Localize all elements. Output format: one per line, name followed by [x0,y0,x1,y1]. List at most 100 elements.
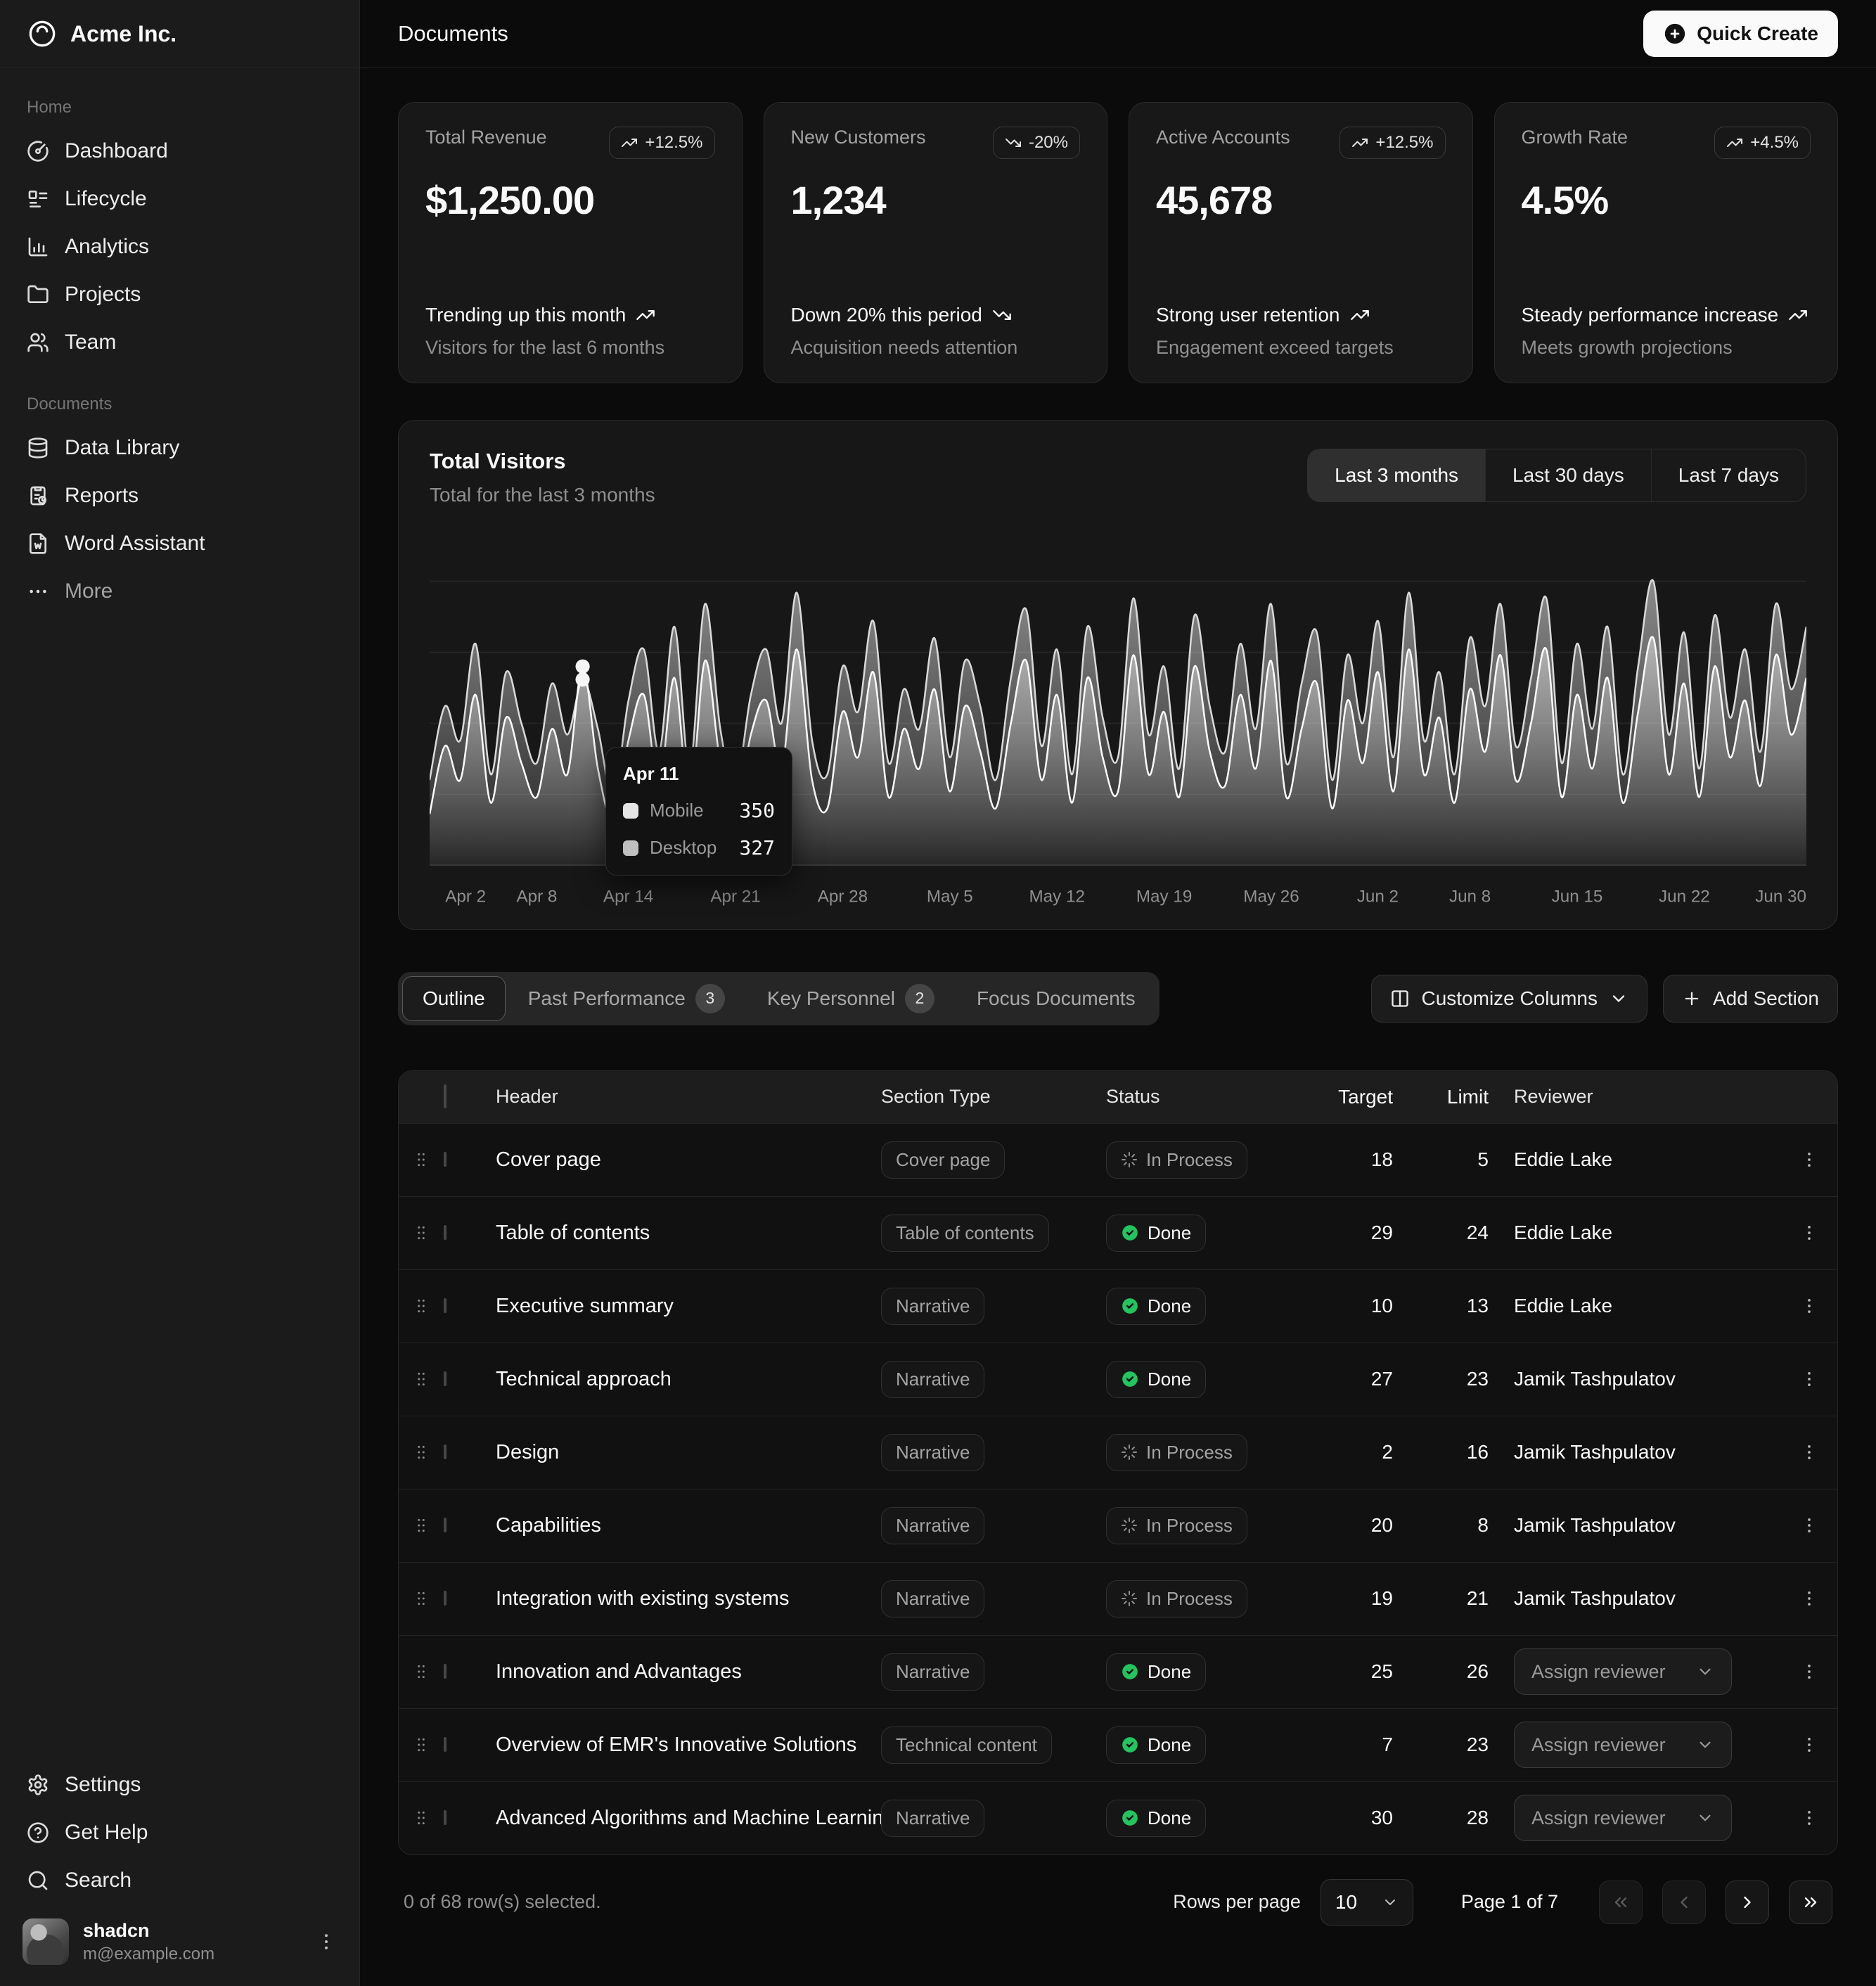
limit-value[interactable]: 23 [1430,1734,1514,1756]
range-tab-2[interactable]: Last 7 days [1651,449,1806,501]
row-menu-button[interactable] [1781,1808,1837,1828]
limit-value[interactable]: 26 [1430,1660,1514,1683]
row-header[interactable]: Capabilities [496,1514,881,1537]
sidebar-item-dashboard[interactable]: Dashboard [14,127,345,175]
row-checkbox[interactable] [444,1152,446,1167]
row-checkbox[interactable] [444,1225,446,1240]
next-page-button[interactable] [1726,1881,1769,1924]
row-menu-button[interactable] [1781,1369,1837,1389]
range-tab-1[interactable]: Last 30 days [1485,449,1651,501]
row-checkbox[interactable] [444,1810,446,1825]
table-row[interactable]: Technical approach Narrative Done 27 23 … [399,1343,1837,1416]
row-checkbox[interactable] [444,1518,446,1532]
row-menu-button[interactable] [1781,1516,1837,1535]
table-row[interactable]: Cover page Cover page In Process 18 5 Ed… [399,1123,1837,1196]
drag-handle[interactable] [399,1297,444,1315]
drag-handle[interactable] [399,1589,444,1608]
row-header[interactable]: Cover page [496,1148,881,1172]
row-header[interactable]: Executive summary [496,1295,881,1318]
chart-plot[interactable]: Apr 2Apr 8Apr 14Apr 21Apr 28May 5May 12M… [430,539,1806,911]
row-menu-button[interactable] [1781,1735,1837,1755]
row-header[interactable]: Advanced Algorithms and Machine Learning [496,1807,881,1830]
target-value[interactable]: 19 [1317,1587,1430,1610]
row-header[interactable]: Integration with existing systems [496,1587,881,1610]
limit-value[interactable]: 24 [1430,1222,1514,1244]
target-value[interactable]: 27 [1317,1368,1430,1390]
sidebar-item-settings[interactable]: Settings [14,1761,345,1809]
sidebar-item-data-library[interactable]: Data Library [14,424,345,472]
limit-value[interactable]: 5 [1430,1148,1514,1171]
sidebar-brand[interactable]: Acme Inc. [0,0,359,68]
tab-outline[interactable]: Outline [402,976,506,1021]
target-value[interactable]: 2 [1317,1441,1430,1463]
sidebar-item-projects[interactable]: Projects [14,271,345,319]
limit-value[interactable]: 16 [1430,1441,1514,1463]
user-row[interactable]: shadcn m@example.com [23,1918,337,1965]
limit-value[interactable]: 8 [1430,1514,1514,1537]
table-row[interactable]: Integration with existing systems Narrat… [399,1562,1837,1635]
table-row[interactable]: Capabilities Narrative In Process 20 8 J… [399,1489,1837,1562]
target-value[interactable]: 25 [1317,1660,1430,1683]
range-tab-0[interactable]: Last 3 months [1308,449,1485,501]
row-checkbox[interactable] [444,1737,446,1752]
row-header[interactable]: Overview of EMR's Innovative Solutions [496,1734,881,1757]
target-value[interactable]: 30 [1317,1807,1430,1829]
target-value[interactable]: 7 [1317,1734,1430,1756]
table-row[interactable]: Innovation and Advantages Narrative Done… [399,1635,1837,1708]
row-header[interactable]: Innovation and Advantages [496,1660,881,1684]
row-menu-button[interactable] [1781,1442,1837,1462]
assign-reviewer-select[interactable]: Assign reviewer [1514,1648,1732,1695]
table-row[interactable]: Executive summary Narrative Done 10 13 E… [399,1269,1837,1343]
row-checkbox[interactable] [444,1591,446,1606]
limit-value[interactable]: 23 [1430,1368,1514,1390]
assign-reviewer-select[interactable]: Assign reviewer [1514,1795,1732,1841]
row-menu-button[interactable] [1781,1223,1837,1243]
table-row[interactable]: Table of contents Table of contents Done… [399,1196,1837,1269]
sidebar-item-word-assistant[interactable]: Word Assistant [14,520,345,568]
user-menu-icon[interactable] [316,1931,337,1952]
assign-reviewer-select[interactable]: Assign reviewer [1514,1722,1732,1768]
sidebar-item-lifecycle[interactable]: Lifecycle [14,175,345,223]
target-value[interactable]: 18 [1317,1148,1430,1171]
row-checkbox[interactable] [444,1664,446,1679]
tab-focus-documents[interactable]: Focus Documents [957,976,1155,1021]
tab-past-performance[interactable]: Past Performance 3 [508,976,745,1021]
last-page-button[interactable] [1789,1881,1832,1924]
first-page-button[interactable] [1599,1881,1643,1924]
row-menu-button[interactable] [1781,1662,1837,1681]
row-menu-button[interactable] [1781,1589,1837,1608]
row-header[interactable]: Design [496,1441,881,1464]
target-value[interactable]: 29 [1317,1222,1430,1244]
sidebar-item-analytics[interactable]: Analytics [14,223,345,271]
drag-handle[interactable] [399,1224,444,1242]
sidebar-item-search[interactable]: Search [14,1857,345,1904]
target-value[interactable]: 10 [1317,1295,1430,1317]
limit-value[interactable]: 21 [1430,1587,1514,1610]
table-row[interactable]: Overview of EMR's Innovative Solutions T… [399,1708,1837,1781]
table-row[interactable]: Advanced Algorithms and Machine Learning… [399,1781,1837,1854]
drag-handle[interactable] [399,1370,444,1388]
drag-handle[interactable] [399,1663,444,1681]
rows-per-page-select[interactable]: 10 [1321,1879,1413,1926]
sidebar-item-get-help[interactable]: Get Help [14,1809,345,1857]
sidebar-item-more[interactable]: More [14,568,345,615]
previous-page-button[interactable] [1662,1881,1706,1924]
limit-value[interactable]: 13 [1430,1295,1514,1317]
tab-key-personnel[interactable]: Key Personnel 2 [747,976,954,1021]
add-section-button[interactable]: Add Section [1663,975,1838,1023]
row-checkbox[interactable] [444,1371,446,1386]
row-header[interactable]: Technical approach [496,1368,881,1391]
drag-handle[interactable] [399,1809,444,1827]
row-menu-button[interactable] [1781,1296,1837,1316]
drag-handle[interactable] [399,1443,444,1461]
drag-handle[interactable] [399,1736,444,1754]
row-menu-button[interactable] [1781,1150,1837,1170]
row-checkbox[interactable] [444,1444,446,1459]
table-row[interactable]: Design Narrative In Process 2 16 Jamik T… [399,1416,1837,1489]
drag-handle[interactable] [399,1151,444,1169]
sidebar-item-team[interactable]: Team [14,319,345,366]
select-all-checkbox[interactable] [444,1084,446,1108]
target-value[interactable]: 20 [1317,1514,1430,1537]
row-checkbox[interactable] [444,1298,446,1313]
quick-create-button[interactable]: Quick Create [1643,11,1838,57]
